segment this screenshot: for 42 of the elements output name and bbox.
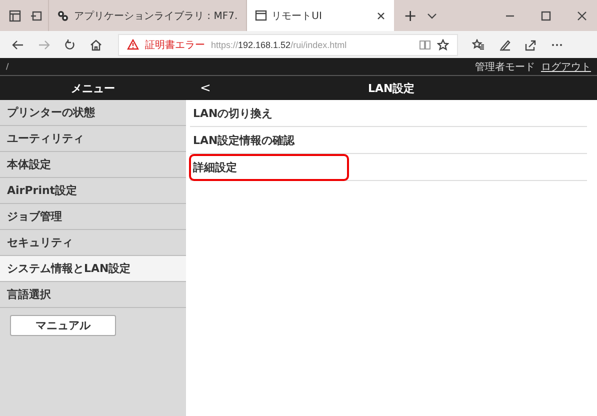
logout-link[interactable]: ログアウト xyxy=(541,60,591,74)
menu-item[interactable]: AirPrint設定 xyxy=(0,178,186,204)
tab-aside-icon[interactable] xyxy=(30,10,42,22)
back-icon[interactable] xyxy=(12,40,24,50)
certificate-warning: 証明書エラー xyxy=(145,38,205,52)
maximize-icon[interactable] xyxy=(541,10,551,20)
tab-title: リモートUI xyxy=(272,10,323,22)
warning-icon xyxy=(127,39,139,50)
favorites-icon[interactable] xyxy=(472,38,485,50)
share-icon[interactable] xyxy=(525,38,537,50)
tab-title: アプリケーションライブラリ : MF7. xyxy=(74,10,238,22)
chevron-down-icon[interactable] xyxy=(427,12,438,20)
menu-item[interactable]: プリンターの状態 xyxy=(0,100,186,126)
page-icon xyxy=(254,10,267,21)
star-icon[interactable] xyxy=(437,38,449,50)
refresh-icon[interactable] xyxy=(64,38,76,50)
sidebar-header: メニュー xyxy=(0,76,186,100)
reading-view-icon[interactable] xyxy=(419,40,431,50)
settings-link[interactable]: LANの切り換え xyxy=(190,102,276,124)
close-icon[interactable] xyxy=(376,10,386,20)
settings-link[interactable]: LAN設定情報の確認 xyxy=(190,130,298,150)
pen-icon[interactable] xyxy=(499,38,511,50)
menu-item[interactable]: システム情報とLAN設定 xyxy=(0,256,186,282)
close-icon[interactable] xyxy=(577,10,587,20)
menu-item[interactable]: ジョブ管理 xyxy=(0,204,186,230)
mode-label: 管理者モード xyxy=(475,60,535,74)
manual-button[interactable]: マニュアル xyxy=(10,315,116,336)
app-icon xyxy=(57,10,69,22)
home-icon[interactable] xyxy=(90,38,102,50)
menu-item[interactable]: 言語選択 xyxy=(0,282,186,308)
highlighted-settings-link[interactable]: 詳細設定 xyxy=(189,154,349,180)
tabs-icon[interactable] xyxy=(9,10,21,22)
back-button[interactable]: < xyxy=(200,80,220,96)
url-text: https://192.168.1.52/rui/index.html xyxy=(211,40,347,50)
menu-item[interactable]: 本体設定 xyxy=(0,152,186,178)
menu-item[interactable]: ユーティリティ xyxy=(0,126,186,152)
more-icon[interactable] xyxy=(551,42,563,46)
path-text: / xyxy=(6,62,9,71)
address-field[interactable]: 証明書エラー https://192.168.1.52/rui/index.html xyxy=(118,34,458,56)
new-tab-button[interactable]: + xyxy=(404,6,418,25)
browser-tab[interactable]: リモートUI xyxy=(246,0,394,31)
page-title: LAN設定 xyxy=(368,80,415,96)
